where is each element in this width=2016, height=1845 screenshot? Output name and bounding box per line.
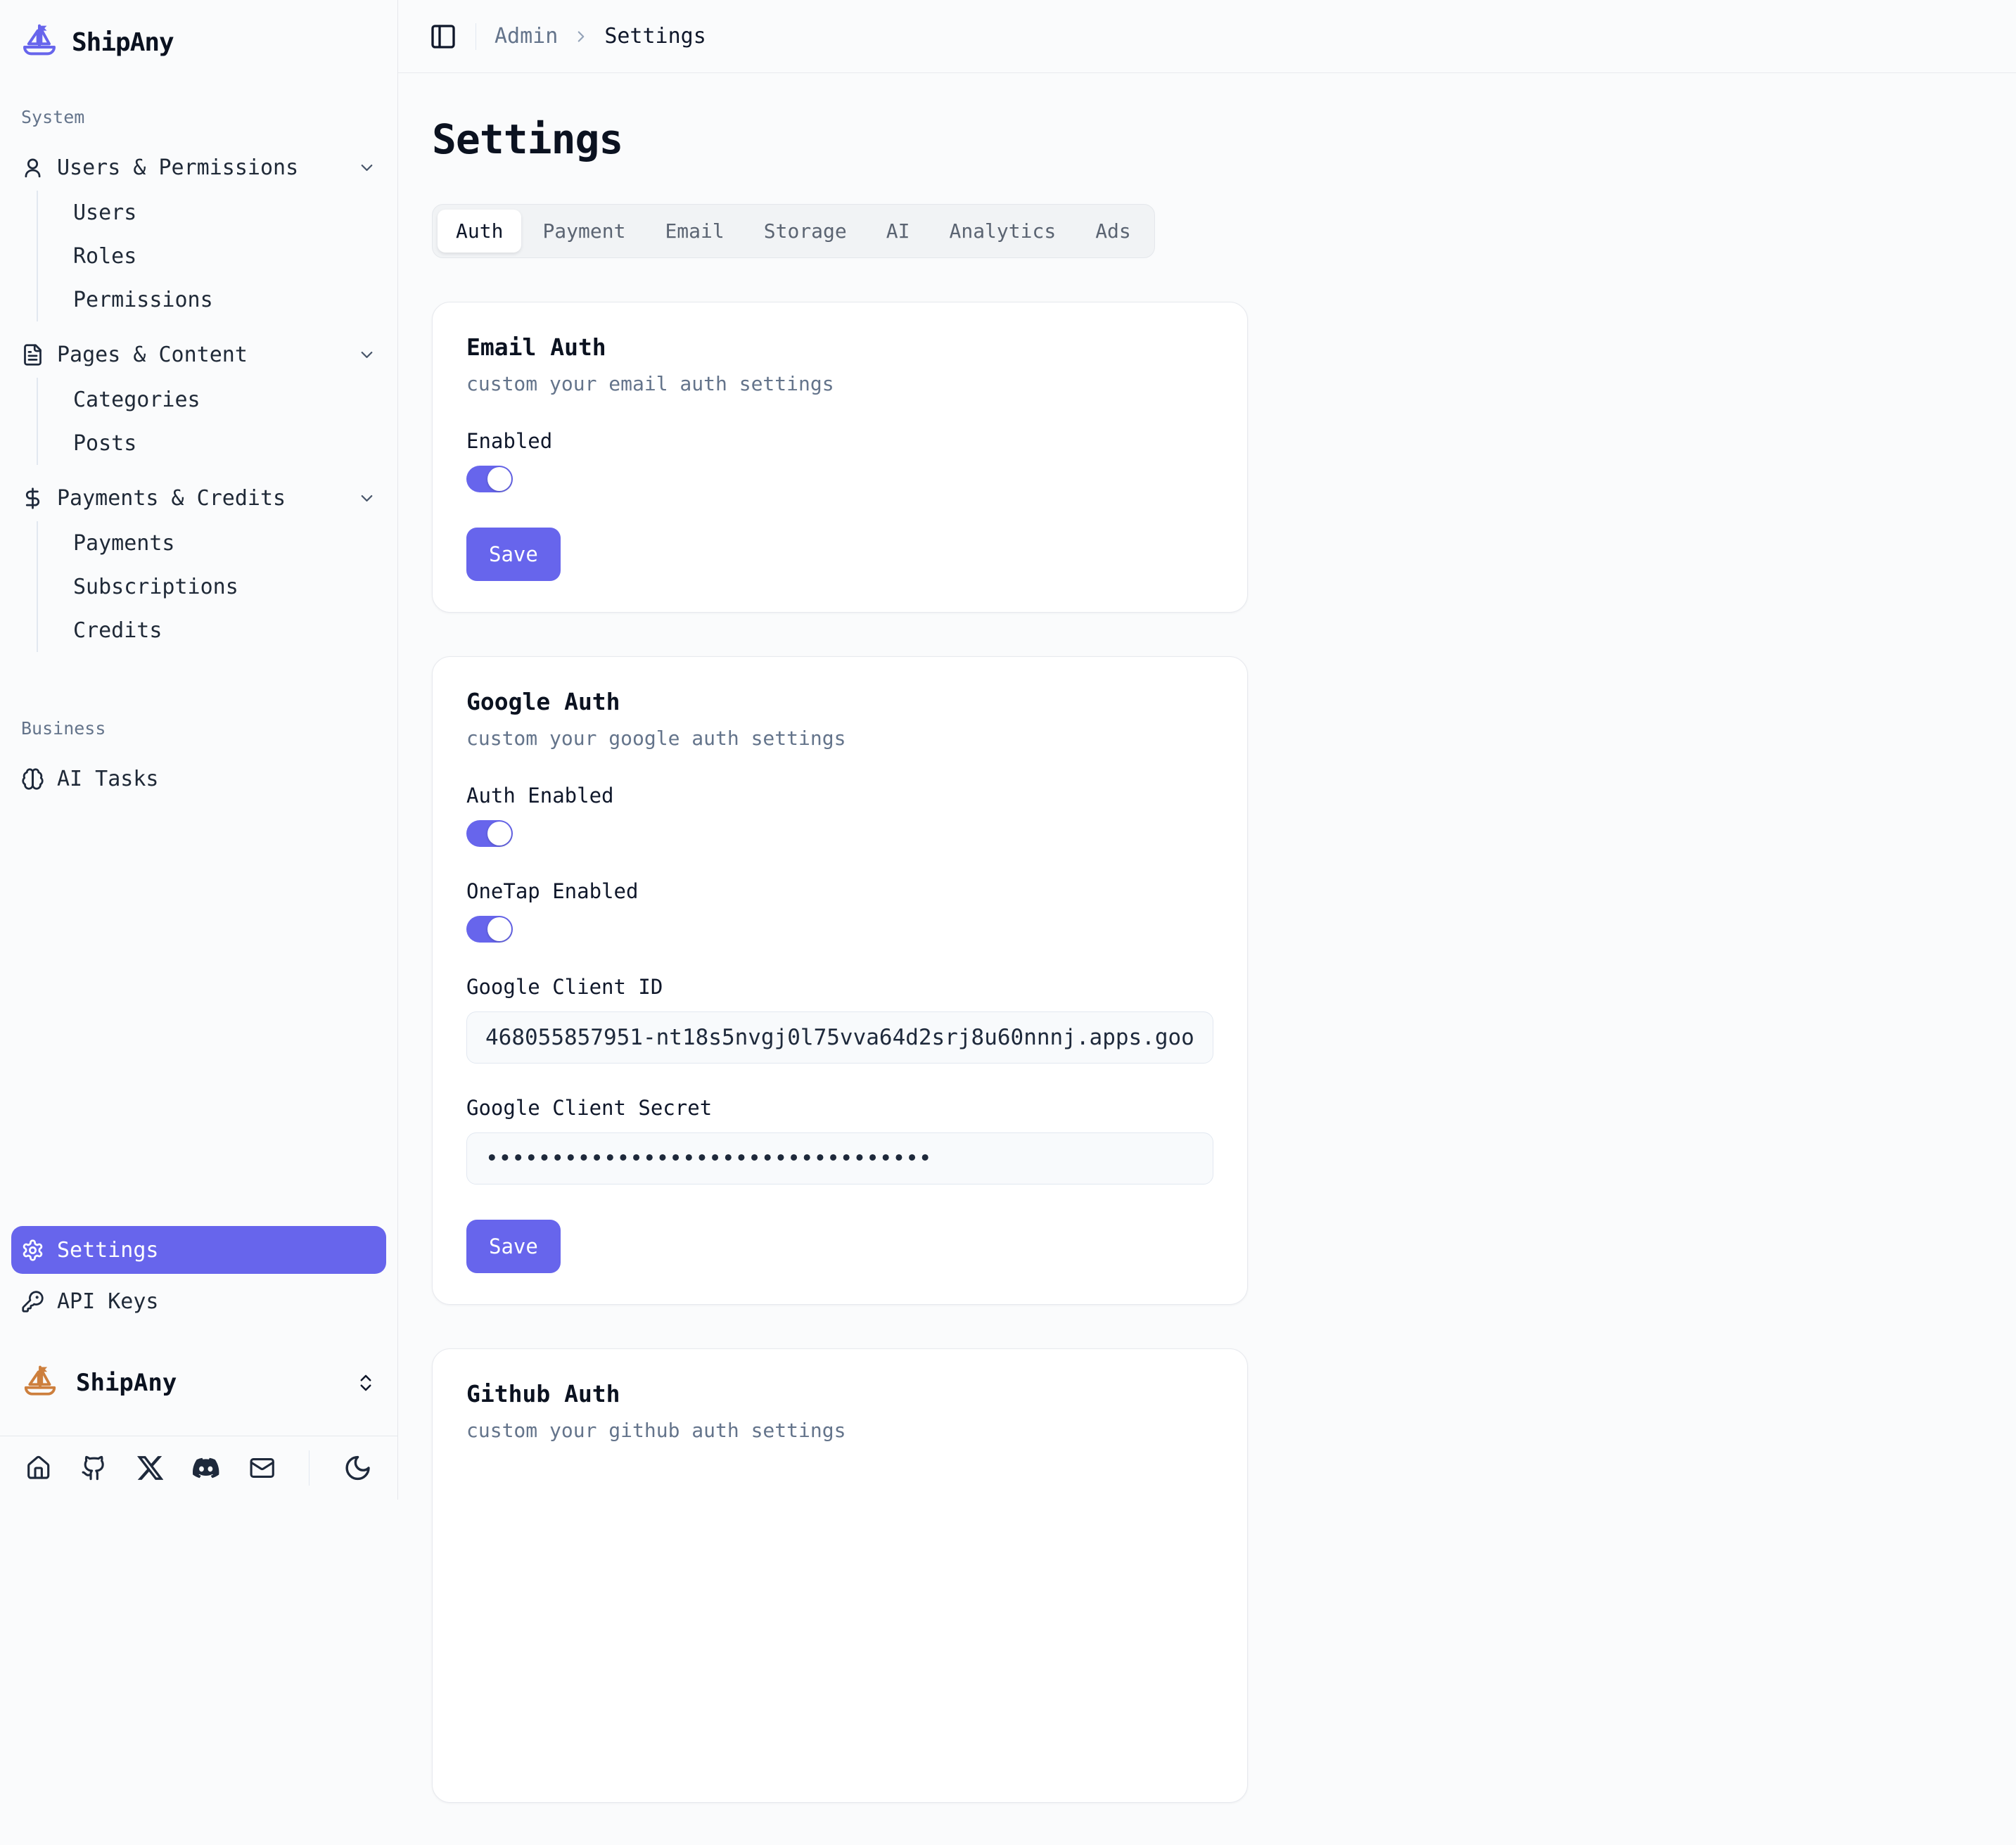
tab-storage[interactable]: Storage [746,210,865,253]
sidebar-subitem-categories[interactable]: Categories [38,378,386,421]
tab-ai[interactable]: AI [868,210,929,253]
breadcrumb-settings: Settings [604,24,706,49]
tab-email[interactable]: Email [646,210,742,253]
tab-analytics[interactable]: Analytics [931,210,1074,253]
chevron-down-icon [357,158,376,177]
app-title: ShipAny [72,28,174,57]
toggle-thumb [487,822,511,845]
sidebar-item-settings[interactable]: Settings [11,1226,386,1274]
panel-left-icon [429,23,457,51]
submenu-payments-credits: Payments Subscriptions Credits [37,521,386,652]
mail-icon[interactable] [249,1454,275,1482]
sidebar-item-label: AI Tasks [57,767,159,791]
app-root: ShipAny System Users & Permissions Users… [0,0,2016,1500]
sidebar-subitem-roles[interactable]: Roles [38,234,386,278]
breadcrumb-admin[interactable]: Admin [495,24,558,49]
sidebar-item-label: Pages & Content [57,343,248,367]
gear-icon [21,1239,44,1262]
page-title: Settings [432,115,1982,163]
key-icon [21,1290,44,1313]
sailboat-logo-icon [20,23,59,62]
sidebar-item-ai-tasks[interactable]: AI Tasks [11,757,386,800]
sidebar-item-label: Settings [57,1238,159,1263]
google-auth-enabled-toggle[interactable] [466,820,513,847]
sidebar-item-label: Payments & Credits [57,486,286,511]
submenu-pages-content: Categories Posts [37,378,386,465]
google-client-secret-label: Google Client Secret [466,1096,1213,1120]
sidebar-item-api-keys[interactable]: API Keys [11,1279,386,1323]
main-area: Admin Settings Settings Auth Payment Ema… [398,0,2016,1500]
card-title: Github Auth [466,1380,1213,1407]
sidebar: ShipAny System Users & Permissions Users… [0,0,398,1500]
sidebar-section-system: System [21,107,386,127]
google-client-id-label: Google Client ID [466,975,1213,999]
page-content: Settings Auth Payment Email Storage AI A… [398,73,2016,1845]
card-description: custom your email auth settings [466,372,1213,395]
card-title: Google Auth [466,688,1213,715]
sidebar-item-label: Users & Permissions [57,155,298,180]
sidebar-spacer [11,800,386,1226]
sidebar-item-label: API Keys [57,1289,159,1314]
tab-payment[interactable]: Payment [524,210,644,253]
github-icon[interactable] [81,1454,107,1482]
sidebar-subitem-credits[interactable]: Credits [38,608,386,652]
chevron-down-icon [357,345,376,364]
home-icon[interactable] [25,1454,51,1482]
sidebar-section-business: Business [21,718,386,739]
brain-icon [21,767,44,791]
sidebar-subitem-permissions[interactable]: Permissions [38,278,386,321]
workspace-switcher[interactable]: ShipAny [11,1360,386,1406]
toggle-thumb [487,467,511,491]
card-title: Email Auth [466,333,1213,361]
moon-icon[interactable] [343,1453,372,1483]
brand: ShipAny [11,18,386,66]
social-links [11,1436,386,1486]
sidebar-item-users-permissions[interactable]: Users & Permissions [11,146,386,189]
email-auth-enabled-toggle[interactable] [466,466,513,492]
discord-icon[interactable] [193,1454,219,1482]
sidebar-item-payments-credits[interactable]: Payments & Credits [11,476,386,520]
sidebar-subitem-subscriptions[interactable]: Subscriptions [38,565,386,608]
submenu-users-permissions: Users Roles Permissions [37,191,386,321]
breadcrumb: Admin Settings [495,24,706,49]
github-auth-card: Github Auth custom your github auth sett… [432,1348,1248,1803]
sidebar-subitem-users[interactable]: Users [38,191,386,234]
tab-ads[interactable]: Ads [1077,210,1149,253]
enabled-label: Enabled [466,429,1213,453]
google-client-secret-input[interactable] [466,1132,1213,1185]
toggle-thumb [487,917,511,941]
social-divider [309,1450,310,1486]
card-clipped-area [466,1476,1213,1771]
dollar-sign-icon [21,487,44,510]
sailboat-icon [21,1364,59,1402]
google-auth-card: Google Auth custom your google auth sett… [432,656,1248,1305]
chevron-down-icon [357,489,376,508]
email-auth-card: Email Auth custom your email auth settin… [432,302,1248,613]
x-icon[interactable] [137,1454,163,1482]
card-description: custom your google auth settings [466,727,1213,750]
settings-tabs: Auth Payment Email Storage AI Analytics … [432,204,1155,258]
chevron-right-icon [572,27,590,46]
save-button[interactable]: Save [466,528,561,581]
google-client-id-input[interactable] [466,1011,1213,1064]
google-onetap-enabled-toggle[interactable] [466,916,513,943]
user-round-icon [21,156,44,179]
sidebar-subitem-payments[interactable]: Payments [38,521,386,565]
file-text-icon [21,343,44,366]
save-button[interactable]: Save [466,1220,561,1273]
workspace-name: ShipAny [76,1369,177,1397]
chevrons-up-down-icon [355,1372,376,1393]
sidebar-subitem-posts[interactable]: Posts [38,421,386,465]
auth-enabled-label: Auth Enabled [466,784,1213,807]
onetap-enabled-label: OneTap Enabled [466,879,1213,903]
topbar: Admin Settings [398,0,2016,73]
card-description: custom your github auth settings [466,1419,1213,1442]
sidebar-item-pages-content[interactable]: Pages & Content [11,333,386,376]
tab-auth[interactable]: Auth [438,210,521,253]
sidebar-toggle-button[interactable] [429,23,457,51]
